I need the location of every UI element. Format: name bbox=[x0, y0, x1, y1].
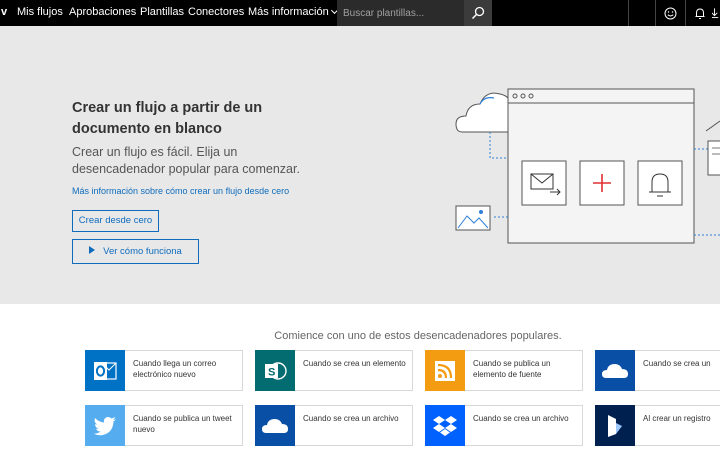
onedrive-icon bbox=[595, 350, 635, 391]
play-icon bbox=[89, 246, 96, 254]
download-button[interactable] bbox=[712, 0, 720, 26]
bell-icon bbox=[695, 7, 705, 19]
nav-divider bbox=[685, 0, 686, 26]
trigger-card[interactable]: Cuando se crea un archivo bbox=[255, 405, 413, 446]
trigger-card-label: Cuando llega un correo electrónico nuevo bbox=[133, 359, 217, 379]
trigger-card-label: Cuando se crea un bbox=[643, 359, 711, 368]
smiley-icon bbox=[664, 7, 676, 19]
search-button[interactable] bbox=[464, 0, 492, 26]
nav-plantillas[interactable]: Plantillas bbox=[140, 0, 184, 26]
rss-icon bbox=[425, 350, 465, 391]
dropbox-icon bbox=[425, 405, 465, 446]
trigger-card[interactable]: Cuando se publica un tweet nuevo bbox=[85, 405, 243, 446]
top-nav: v Mis flujos Aprobaciones Plantillas Con… bbox=[0, 0, 720, 26]
svg-text:S: S bbox=[268, 366, 275, 378]
hero-subtitle: Crear un flujo es fácil. Elija un desenc… bbox=[72, 145, 300, 176]
search-box bbox=[337, 0, 464, 26]
trigger-card[interactable]: Cuando se publica un elemento de fuente bbox=[425, 350, 583, 391]
nav-mas-informacion[interactable]: Más información bbox=[248, 0, 338, 26]
trigger-card-label: Cuando se crea un elemento bbox=[303, 359, 406, 368]
twitter-icon bbox=[85, 405, 125, 446]
trigger-card-label: Al crear un registro bbox=[643, 414, 711, 423]
nav-mas-informacion-label: Más información bbox=[248, 6, 329, 18]
watch-button-label: Ver cómo funciona bbox=[103, 246, 182, 257]
search-input[interactable] bbox=[337, 0, 464, 26]
watch-how-it-works-button[interactable]: Ver cómo funciona bbox=[72, 239, 199, 264]
nav-aprobaciones[interactable]: Aprobaciones bbox=[69, 0, 136, 26]
create-from-scratch-button[interactable]: Crear desde cero bbox=[72, 210, 159, 232]
trigger-card[interactable]: Al crear un registro bbox=[595, 405, 720, 446]
download-icon bbox=[712, 8, 719, 19]
hero-section: Crear un flujo a partir de un documento … bbox=[0, 26, 720, 304]
trigger-card[interactable]: Cuando se crea un archivo bbox=[425, 405, 583, 446]
nav-conectores[interactable]: Conectores bbox=[188, 0, 244, 26]
trigger-card-label: Cuando se crea un archivo bbox=[473, 414, 569, 423]
feedback-button[interactable] bbox=[655, 0, 685, 26]
trigger-card[interactable]: Cuando se crea un bbox=[595, 350, 720, 391]
logo-fragment[interactable]: v bbox=[1, 0, 7, 26]
dynamics-icon bbox=[595, 405, 635, 446]
nav-mis-flujos[interactable]: Mis flujos bbox=[17, 0, 63, 26]
trigger-card-label: Cuando se publica un elemento de fuente bbox=[473, 359, 551, 379]
trigger-card[interactable]: Cuando llega un correo electrónico nuevo bbox=[85, 350, 243, 391]
trigger-card-label: Cuando se crea un archivo bbox=[303, 414, 399, 423]
outlook-icon bbox=[85, 350, 125, 391]
learn-more-link[interactable]: Más información sobre cómo crear un fluj… bbox=[72, 186, 289, 196]
onedrive-business-icon bbox=[255, 405, 295, 446]
nav-divider bbox=[628, 0, 629, 26]
hero-title: Crear un flujo a partir de un documento … bbox=[72, 100, 263, 137]
trigger-card[interactable]: S Cuando se crea un elemento bbox=[255, 350, 413, 391]
notifications-button[interactable] bbox=[685, 0, 715, 26]
nav-divider bbox=[655, 0, 656, 26]
search-icon bbox=[471, 6, 485, 20]
sharepoint-icon: S bbox=[255, 350, 295, 391]
flow-illustration bbox=[455, 88, 720, 244]
trigger-card-label: Cuando se publica un tweet nuevo bbox=[133, 414, 232, 434]
triggers-title: Comience con uno de estos desencadenador… bbox=[274, 330, 562, 342]
